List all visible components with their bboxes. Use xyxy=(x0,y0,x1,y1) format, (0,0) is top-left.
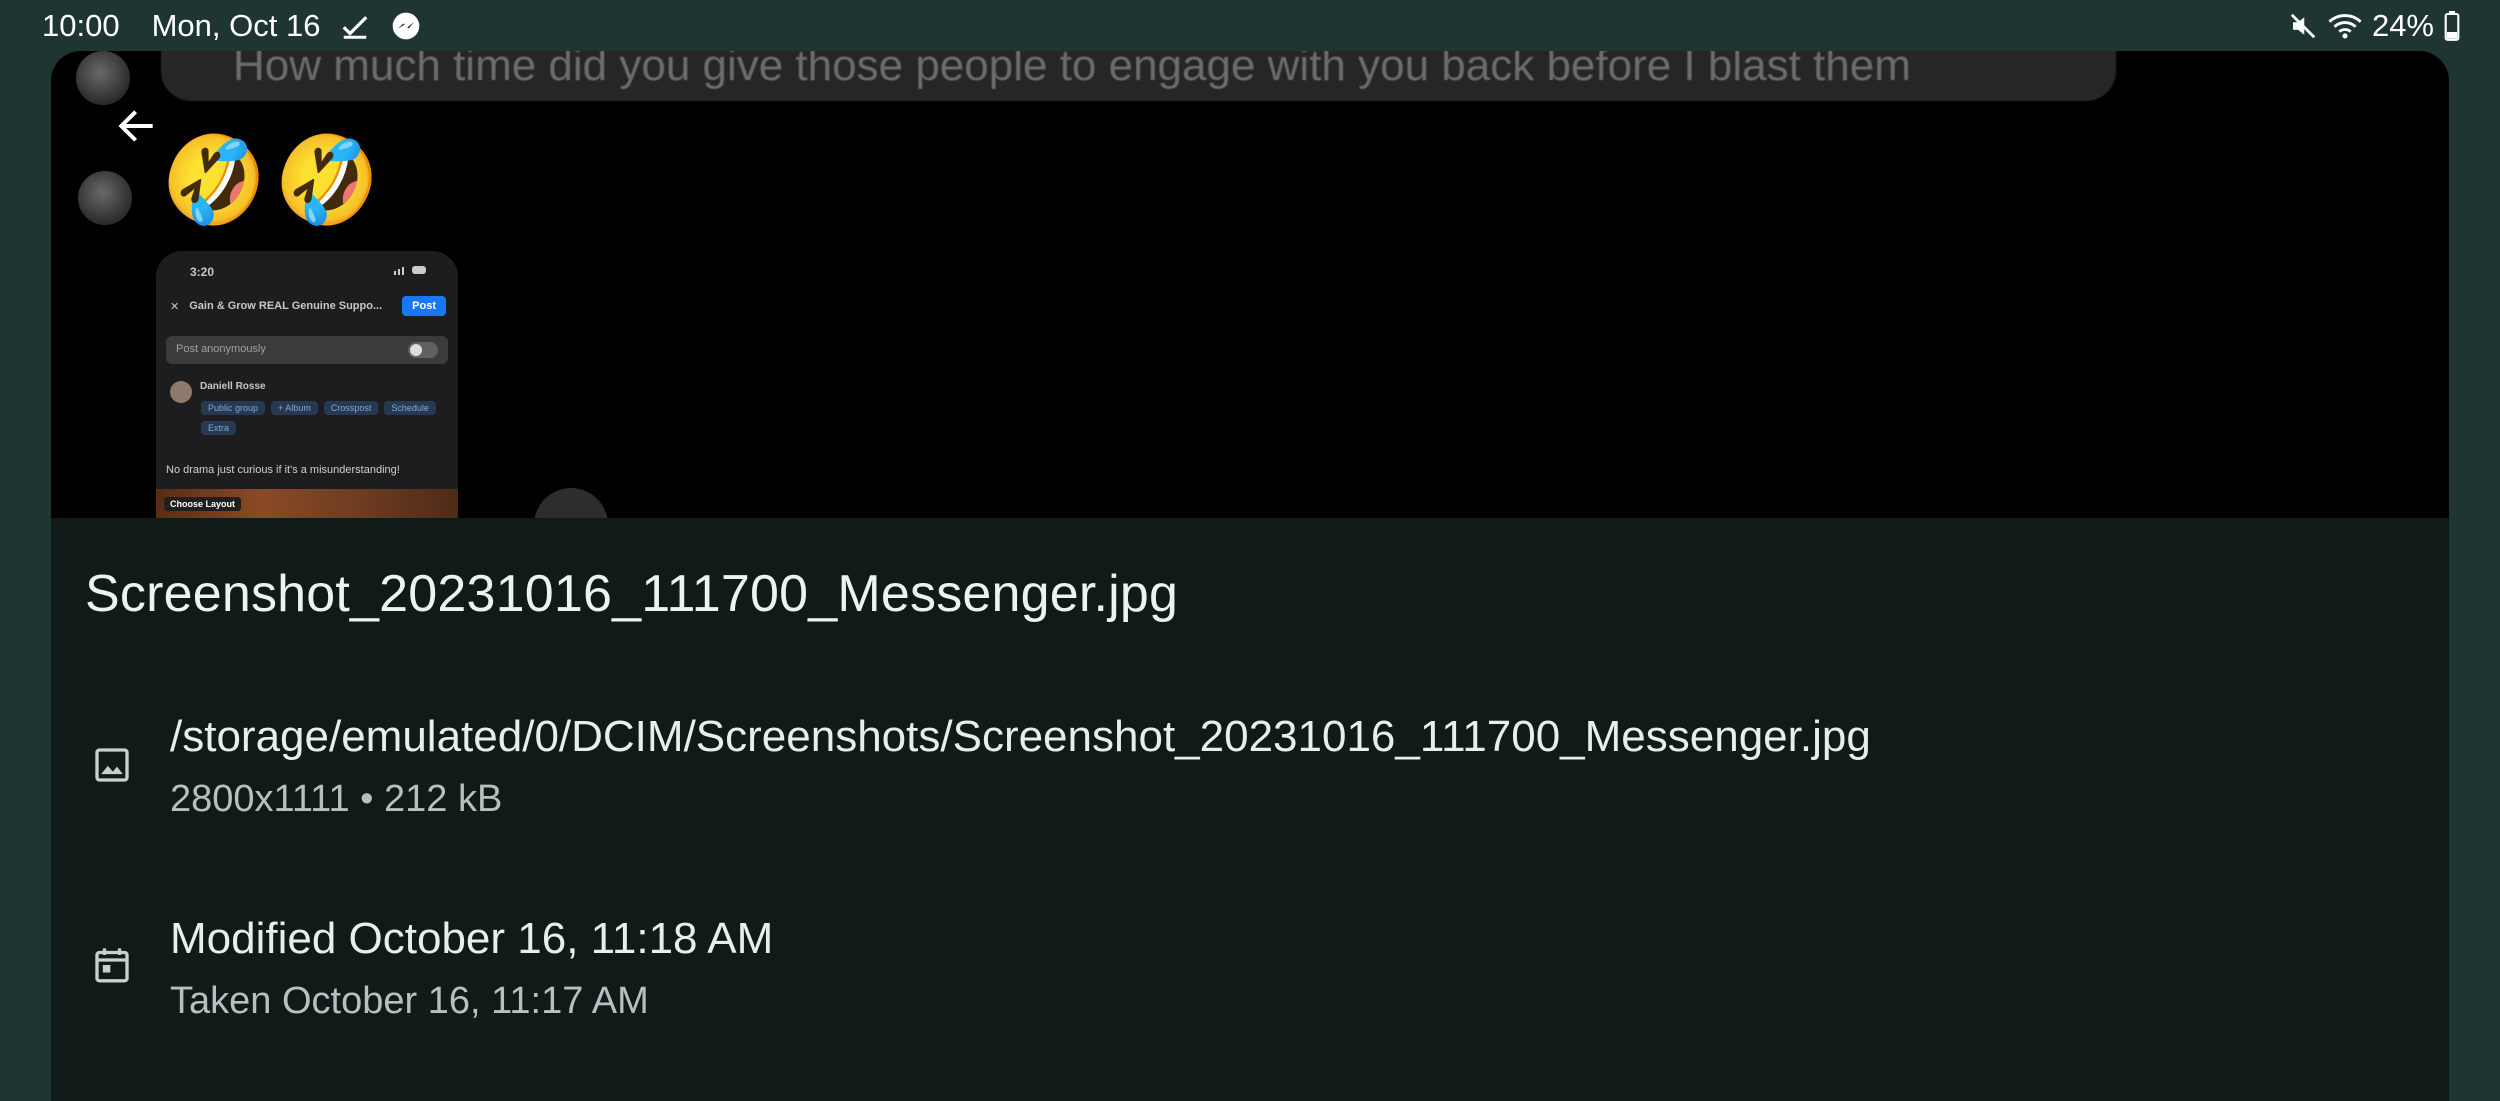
status-right: 24% xyxy=(2288,8,2460,44)
phone-time: 3:20 xyxy=(190,265,215,279)
file-details: Screenshot_20231016_111700_Messenger.jpg… xyxy=(51,518,2449,1101)
edit-fab xyxy=(534,488,608,518)
image-icon xyxy=(89,742,135,788)
check-icon xyxy=(340,11,370,41)
laughing-emoji: 🤣 xyxy=(263,120,392,242)
phone-post-button: Post xyxy=(402,296,446,316)
mute-icon xyxy=(2288,11,2318,41)
status-left: 10:00 Mon, Oct 16 xyxy=(42,8,422,44)
phone-user-avatar xyxy=(170,381,192,403)
phone-photo-strip: Choose Layout xyxy=(156,489,458,518)
phone-chips: Public group + Album Crosspost Schedule … xyxy=(201,401,451,435)
phone-status-icons xyxy=(394,265,428,278)
sender-avatar xyxy=(78,171,132,225)
phone-anonymous-row: Post anonymously xyxy=(166,336,448,364)
file-name-title: Screenshot_20231016_111700_Messenger.jpg xyxy=(85,565,1179,623)
messenger-icon xyxy=(390,10,422,42)
status-date: Mon, Oct 16 xyxy=(151,8,321,43)
calendar-icon xyxy=(89,942,135,988)
file-path: /storage/emulated/0/DCIM/Screenshots/Scr… xyxy=(170,712,1871,761)
close-icon: ✕ xyxy=(170,300,180,313)
status-bar: 10:00 Mon, Oct 16 24% xyxy=(0,0,2500,52)
phone-user-name: Daniell Rosse xyxy=(200,381,266,392)
phone-chip: Schedule xyxy=(384,401,436,415)
phone-header: ✕ Gain & Grow REAL Genuine Suppo... Post xyxy=(170,296,446,316)
details-card: How much time did you give those people … xyxy=(51,51,2449,1101)
phone-user: Daniell Rosse xyxy=(170,381,266,403)
arrow-back-icon xyxy=(118,110,153,142)
taken-date: Taken October 16, 11:17 AM xyxy=(170,980,649,1022)
phone-chip: Public group xyxy=(201,401,266,415)
phone-body-text: No drama just curious if it's a misunder… xyxy=(166,464,400,476)
modified-date: Modified October 16, 11:18 AM xyxy=(170,914,774,963)
emoji-row: 🤣 🤣 xyxy=(150,121,391,241)
phone-group-title: Gain & Grow REAL Genuine Suppo... xyxy=(189,300,383,312)
embedded-phone-screenshot: 3:20 ✕ Gain & Grow REAL Genuine Suppo...… xyxy=(156,251,458,518)
phone-chip: + Album xyxy=(271,401,318,415)
phone-toggle xyxy=(408,342,438,358)
phone-chip: Crosspost xyxy=(323,401,379,415)
message-bubble: How much time did you give those people … xyxy=(161,51,2116,101)
battery-icon xyxy=(2444,11,2460,41)
battery-percent: 24% xyxy=(2371,8,2434,43)
phone-anonymous-label: Post anonymously xyxy=(176,343,266,355)
phone-chip: Extra xyxy=(201,421,237,435)
file-size-info: 2800x1111 • 212 kB xyxy=(170,778,503,820)
wifi-icon xyxy=(2328,11,2362,41)
phone-layout-label: Choose Layout xyxy=(164,497,242,511)
laughing-emoji: 🤣 xyxy=(150,120,279,242)
image-preview: How much time did you give those people … xyxy=(51,51,2449,518)
status-time: 10:00 xyxy=(42,8,120,43)
